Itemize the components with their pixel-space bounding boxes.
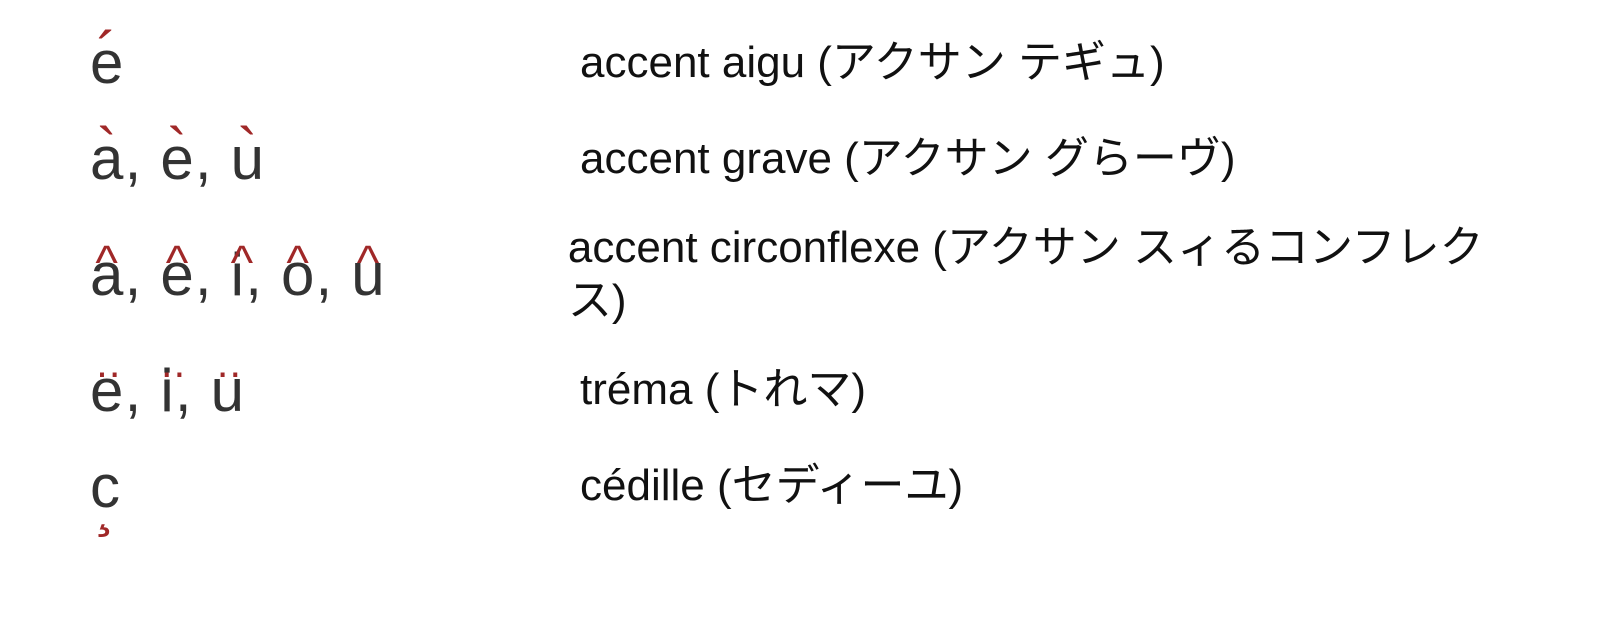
base-letter: u [351,241,386,308]
separator: , [125,357,161,424]
base-letter: c [90,453,121,520]
accented-char: u‥ [211,358,246,424]
accented-char: o^ [281,242,316,308]
separator: , [195,125,231,192]
base-letter: e [160,125,195,192]
accent-row: c¸ cédille (セディーユ) [90,454,1517,520]
accented-char: u^ [351,242,386,308]
base-letter: e [90,29,125,96]
accent-characters: e‥, i‥, u‥ [90,358,580,424]
accented-char: c¸ [90,454,121,520]
accent-characters: c¸ [90,454,580,520]
accented-char: e` [160,126,195,192]
accent-table: e´accent aigu (アクサン テギュ)a`, e`, u`accent… [90,30,1517,520]
separator: , [316,241,352,308]
separator: , [175,357,211,424]
accent-description: accent circonflexe (アクサン スィるコンフレクス) [568,222,1517,328]
separator: , [125,241,161,308]
base-letter: a [90,241,125,308]
base-letter: e [160,241,195,308]
accented-char: e´ [90,30,125,96]
base-letter: u [231,125,266,192]
accent-description: cédille (セディーユ) [580,460,963,513]
base-letter: o [281,241,316,308]
accented-char: e^ [160,242,195,308]
separator: , [195,241,231,308]
accented-char: u` [231,126,266,192]
accent-characters: e´ [90,30,580,96]
separator: , [245,241,281,308]
accent-row: e‥, i‥, u‥tréma (トれマ) [90,358,1517,424]
accent-description: tréma (トれマ) [580,364,866,417]
base-letter: e [90,357,125,424]
base-letter: u [211,357,246,424]
accented-char: i^ [231,242,246,308]
accented-char: a^ [90,242,125,308]
accent-description: accent grave (アクサン グらーヴ) [580,133,1235,186]
accented-char: i‥ [160,358,175,424]
accent-row: a^, e^, i^, o^, u^accent circonflexe (アク… [90,222,1517,328]
base-letter: a [90,125,125,192]
base-letter: i [160,357,175,424]
accent-description: accent aigu (アクサン テギュ) [580,37,1165,90]
accented-char: a` [90,126,125,192]
separator: , [125,125,161,192]
accent-row: a`, e`, u`accent grave (アクサン グらーヴ) [90,126,1517,192]
accent-characters: a^, e^, i^, o^, u^ [90,242,568,308]
accented-char: e‥ [90,358,125,424]
accent-characters: a`, e`, u` [90,126,580,192]
accent-row: e´ accent aigu (アクサン テギュ) [90,30,1517,96]
base-letter: i [231,241,246,308]
